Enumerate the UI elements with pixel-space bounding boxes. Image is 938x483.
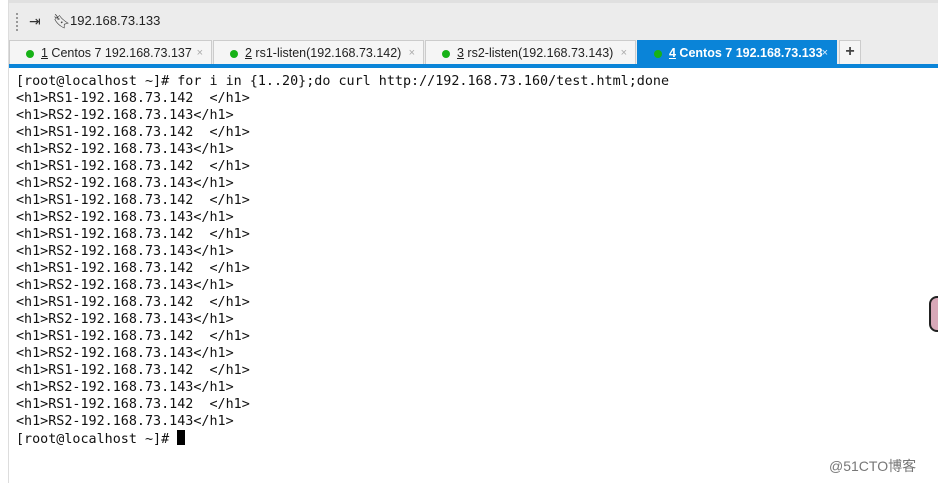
- tab-4[interactable]: 4 Centos 7 192.168.73.133 ×: [637, 40, 837, 66]
- status-dot-icon: [654, 49, 662, 58]
- terminal-output-line: <h1>RS1-192.168.73.142 </h1>: [16, 125, 250, 140]
- terminal-output-line: <h1>RS1-192.168.73.142 </h1>: [16, 329, 250, 344]
- terminal-command-line: [root@localhost ~]# for i in {1..20};do …: [16, 74, 670, 89]
- current-host: 192.168.73.133: [70, 13, 161, 28]
- tab-2[interactable]: 2 rs1-listen(192.168.73.142) ×: [213, 40, 424, 64]
- session-transfer-icon[interactable]: ⇥: [29, 13, 41, 30]
- terminal-output-line: <h1>RS1-192.168.73.142 </h1>: [16, 227, 250, 242]
- terminal-prompt-line: [root@localhost ~]#: [16, 430, 669, 448]
- close-tab-icon[interactable]: ×: [409, 41, 415, 65]
- terminal-output-line: <h1>RS1-192.168.73.142 </h1>: [16, 261, 250, 276]
- terminal-output-line: <h1>RS1-192.168.73.142 </h1>: [16, 397, 250, 412]
- terminal-output-line: <h1>RS2-192.168.73.143</h1>: [16, 142, 234, 157]
- tab-1[interactable]: 1 Centos 7 192.168.73.137 ×: [9, 40, 212, 64]
- terminal-output-line: <h1>RS2-192.168.73.143</h1>: [16, 312, 234, 327]
- tab-label: rs2-listen(192.168.73.143): [463, 46, 614, 60]
- terminal-output-line: <h1>RS1-192.168.73.142 </h1>: [16, 193, 250, 208]
- terminal-output-line: <h1>RS1-192.168.73.142 </h1>: [16, 295, 250, 310]
- terminal-output-line: <h1>RS2-192.168.73.143</h1>: [16, 346, 234, 361]
- terminal-output-line: <h1>RS2-192.168.73.143</h1>: [16, 176, 234, 191]
- toolbar-grip[interactable]: [16, 13, 18, 31]
- status-dot-icon: [442, 49, 450, 58]
- terminal-output-line: <h1>RS2-192.168.73.143</h1>: [16, 414, 234, 429]
- close-tab-icon[interactable]: ×: [197, 41, 203, 65]
- terminal-output-line: <h1>RS2-192.168.73.143</h1>: [16, 210, 234, 225]
- status-dot-icon: [230, 49, 238, 58]
- left-panel-edge: [0, 0, 9, 483]
- tab-label: Centos 7 192.168.73.133: [675, 46, 823, 60]
- tab-number: 2: [245, 46, 252, 60]
- side-panel-handle[interactable]: [929, 296, 938, 332]
- tab-number: 4: [669, 46, 676, 60]
- terminal-output-line: <h1>RS1-192.168.73.142 </h1>: [16, 363, 250, 378]
- tab-label: rs1-listen(192.168.73.142): [251, 46, 402, 60]
- terminal-output-line: <h1>RS2-192.168.73.143</h1>: [16, 108, 234, 123]
- terminal[interactable]: [root@localhost ~]# for i in {1..20};do …: [16, 73, 669, 448]
- tab-bar: + 1 Centos 7 192.168.73.137 × 2 rs1-listen…: [9, 38, 938, 68]
- terminal-output-line: <h1>RS1-192.168.73.142 </h1>: [16, 159, 250, 174]
- tab-3[interactable]: 3 rs2-listen(192.168.73.143) ×: [425, 40, 636, 64]
- prompt: [root@localhost ~]#: [16, 432, 178, 447]
- tab-number: 1: [41, 46, 48, 60]
- terminal-output-line: <h1>RS2-192.168.73.143</h1>: [16, 244, 234, 259]
- cursor: [177, 430, 186, 445]
- terminal-output-line: <h1>RS2-192.168.73.143</h1>: [16, 278, 234, 293]
- close-tab-icon[interactable]: ×: [822, 41, 828, 65]
- close-tab-icon[interactable]: ×: [621, 41, 627, 65]
- status-dot-icon: [26, 49, 34, 58]
- bookmark-icon[interactable]: 🔖︎: [53, 13, 71, 30]
- toolbar: ⇥ 🔖︎ 192.168.73.133: [9, 0, 938, 38]
- new-tab-button[interactable]: +: [839, 40, 861, 64]
- terminal-output-line: <h1>RS2-192.168.73.143</h1>: [16, 380, 234, 395]
- terminal-output-line: <h1>RS1-192.168.73.142 </h1>: [16, 91, 250, 106]
- watermark: @51CTO博客: [829, 458, 917, 474]
- tab-label: Centos 7 192.168.73.137: [47, 46, 192, 60]
- tab-number: 3: [457, 46, 464, 60]
